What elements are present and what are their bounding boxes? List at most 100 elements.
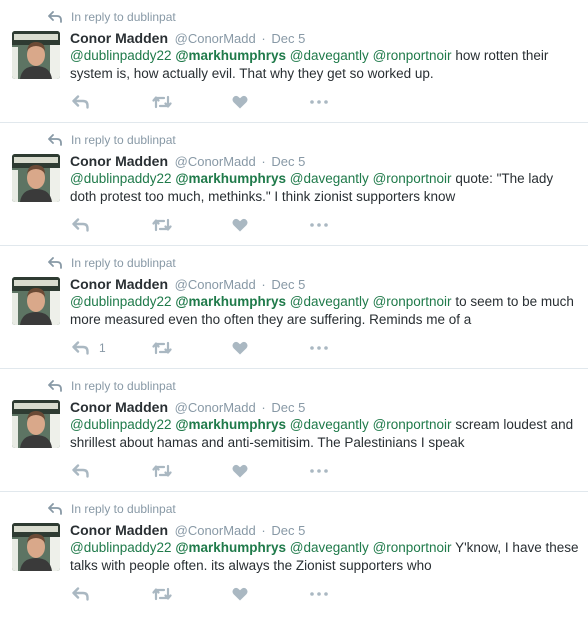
like-button[interactable] xyxy=(232,216,310,234)
retweet-button[interactable] xyxy=(152,339,232,357)
mention-link[interactable]: @ronportnoir xyxy=(373,417,452,432)
separator: · xyxy=(261,523,266,538)
retweet-button[interactable] xyxy=(152,462,232,480)
author-username[interactable]: @ConorMadd xyxy=(175,31,256,46)
more-dots-icon xyxy=(310,592,328,596)
tweet-item[interactable]: In reply to dublinpat Conor Madden @Cono… xyxy=(0,369,588,492)
mention-link[interactable]: @markhumphrys xyxy=(175,171,286,186)
avatar[interactable] xyxy=(12,277,60,325)
mention-link[interactable]: @dublinpaddy22 xyxy=(70,540,172,555)
author-username[interactable]: @ConorMadd xyxy=(175,523,256,538)
tweet-timestamp[interactable]: Dec 5 xyxy=(271,154,305,169)
avatar[interactable] xyxy=(12,31,60,79)
reply-button[interactable] xyxy=(72,216,152,234)
retweet-icon xyxy=(152,341,172,355)
like-button[interactable] xyxy=(232,93,310,111)
more-button[interactable] xyxy=(310,339,340,357)
tweet-header: Conor Madden @ConorMadd · Dec 5 xyxy=(70,152,305,170)
retweet-icon xyxy=(152,464,172,478)
author-username[interactable]: @ConorMadd xyxy=(175,277,256,292)
mention-link[interactable]: @markhumphrys xyxy=(175,48,286,63)
more-button[interactable] xyxy=(310,93,340,111)
more-button[interactable] xyxy=(310,216,340,234)
mention-link[interactable]: @davegantly xyxy=(290,171,369,186)
mention-link[interactable]: @markhumphrys xyxy=(175,540,286,555)
tweet-actions: 1 xyxy=(72,339,340,357)
reply-button[interactable] xyxy=(72,585,152,603)
tweet-item[interactable]: In reply to dublinpat Conor Madden @Cono… xyxy=(0,492,588,615)
avatar[interactable] xyxy=(12,400,60,448)
mention-link[interactable]: @ronportnoir xyxy=(373,294,452,309)
retweet-icon xyxy=(152,587,172,601)
mention-link[interactable]: @davegantly xyxy=(290,417,369,432)
more-button[interactable] xyxy=(310,585,340,603)
reply-context[interactable]: In reply to dublinpat xyxy=(48,9,176,25)
like-button[interactable] xyxy=(232,339,310,357)
mention-link[interactable]: @ronportnoir xyxy=(373,540,452,555)
like-button[interactable] xyxy=(232,585,310,603)
mention-link[interactable]: @ronportnoir xyxy=(373,48,452,63)
tweet-actions xyxy=(72,93,340,111)
mention-link[interactable]: @dublinpaddy22 xyxy=(70,417,172,432)
reply-context[interactable]: In reply to dublinpat xyxy=(48,255,176,271)
mention-link[interactable]: @markhumphrys xyxy=(175,294,286,309)
reply-button[interactable] xyxy=(72,93,152,111)
avatar[interactable] xyxy=(12,154,60,202)
like-button[interactable] xyxy=(232,462,310,480)
mention-link[interactable]: @dublinpaddy22 xyxy=(70,294,172,309)
author-fullname[interactable]: Conor Madden xyxy=(70,153,168,169)
reply-context[interactable]: In reply to dublinpat xyxy=(48,501,176,517)
mention-link[interactable]: @ronportnoir xyxy=(373,171,452,186)
reply-button[interactable] xyxy=(72,462,152,480)
tweet-item[interactable]: In reply to dublinpat Conor Madden @Cono… xyxy=(0,246,588,369)
separator: · xyxy=(261,277,266,292)
author-username[interactable]: @ConorMadd xyxy=(175,154,256,169)
retweet-icon xyxy=(152,218,172,232)
tweet-actions xyxy=(72,585,340,603)
more-dots-icon xyxy=(310,346,328,350)
tweet-item[interactable]: In reply to dublinpat Conor Madden @Cono… xyxy=(0,123,588,246)
avatar[interactable] xyxy=(12,523,60,571)
reply-context[interactable]: In reply to dublinpat xyxy=(48,132,176,148)
more-button[interactable] xyxy=(310,462,340,480)
author-username[interactable]: @ConorMadd xyxy=(175,400,256,415)
mention-link[interactable]: @markhumphrys xyxy=(175,417,286,432)
more-dots-icon xyxy=(310,469,328,473)
author-fullname[interactable]: Conor Madden xyxy=(70,276,168,292)
tweet-timestamp[interactable]: Dec 5 xyxy=(271,400,305,415)
reply-context[interactable]: In reply to dublinpat xyxy=(48,378,176,394)
tweet-header: Conor Madden @ConorMadd · Dec 5 xyxy=(70,521,305,539)
tweet-item[interactable]: In reply to dublinpat Conor Madden @Cono… xyxy=(0,0,588,123)
tweet-timestamp[interactable]: Dec 5 xyxy=(271,31,305,46)
author-fullname[interactable]: Conor Madden xyxy=(70,30,168,46)
retweet-button[interactable] xyxy=(152,93,232,111)
tweet-header: Conor Madden @ConorMadd · Dec 5 xyxy=(70,275,305,293)
tweet-text: @dublinpaddy22 @markhumphrys @davegantly… xyxy=(70,416,582,452)
tweet-header: Conor Madden @ConorMadd · Dec 5 xyxy=(70,29,305,47)
tweet-timestamp[interactable]: Dec 5 xyxy=(271,277,305,292)
author-fullname[interactable]: Conor Madden xyxy=(70,522,168,538)
reply-button[interactable]: 1 xyxy=(72,339,152,357)
mention-link[interactable]: @davegantly xyxy=(290,48,369,63)
heart-icon xyxy=(232,95,248,109)
tweet-text: @dublinpaddy22 @markhumphrys @davegantly… xyxy=(70,170,582,206)
reply-icon xyxy=(72,341,89,355)
mention-link[interactable]: @dublinpaddy22 xyxy=(70,48,172,63)
retweet-button[interactable] xyxy=(152,216,232,234)
tweet-text: @dublinpaddy22 @markhumphrys @davegantly… xyxy=(70,539,582,575)
mention-link[interactable]: @davegantly xyxy=(290,294,369,309)
separator: · xyxy=(261,31,266,46)
retweet-icon xyxy=(152,95,172,109)
reply-arrow-icon xyxy=(48,134,62,146)
reply-context-text: In reply to dublinpat xyxy=(71,256,176,270)
reply-count: 1 xyxy=(99,341,106,355)
tweet-timestamp[interactable]: Dec 5 xyxy=(271,523,305,538)
retweet-button[interactable] xyxy=(152,585,232,603)
author-fullname[interactable]: Conor Madden xyxy=(70,399,168,415)
heart-icon xyxy=(232,587,248,601)
mention-link[interactable]: @davegantly xyxy=(290,540,369,555)
tweet-text: @dublinpaddy22 @markhumphrys @davegantly… xyxy=(70,47,582,83)
reply-arrow-icon xyxy=(48,380,62,392)
mention-link[interactable]: @dublinpaddy22 xyxy=(70,171,172,186)
more-dots-icon xyxy=(310,223,328,227)
